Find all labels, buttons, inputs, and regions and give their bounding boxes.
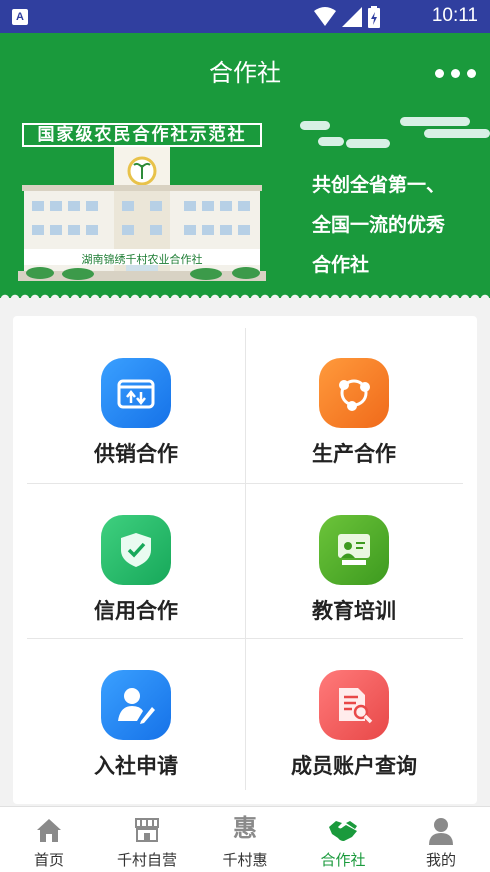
header-banner: 合作社 国家级农民合作社示范社 湖南锦绣千村农业合作社 共创全省第一、 全国一流…	[0, 33, 490, 298]
nav-label: 我的	[425, 851, 456, 869]
grid-item-education[interactable]: 教育培训	[245, 483, 463, 638]
banner-sign: 国家级农民合作社示范社	[22, 123, 262, 147]
grid-item-label: 生产合作	[312, 442, 396, 466]
box-transfer-icon	[101, 358, 171, 428]
tagline-line: 全国一流的优秀	[312, 214, 446, 236]
nav-label: 千村自营	[116, 851, 177, 869]
wifi-icon	[314, 7, 336, 26]
more-dots-icon[interactable]	[435, 69, 476, 78]
tagline-line: 共创全省第一、	[312, 174, 446, 196]
home-icon	[37, 819, 61, 842]
hui-icon: 惠	[233, 814, 257, 842]
cloud-decoration	[400, 117, 470, 126]
banner-tagline: 共创全省第一、 全国一流的优秀 合作社	[312, 165, 445, 285]
status-icons	[314, 6, 380, 28]
shop-icon	[135, 818, 159, 842]
nav-item-qiancun-hui[interactable]: 惠 千村惠	[196, 807, 294, 872]
nav-label: 千村惠	[222, 851, 268, 869]
grid-item-label: 供销合作	[94, 442, 178, 466]
network-icon	[319, 358, 389, 428]
grid-item-supply-marketing[interactable]: 供销合作	[27, 326, 245, 481]
signal-icon	[342, 7, 362, 27]
nav-label: 首页	[33, 851, 64, 869]
building-label: 湖南锦绣千村农业合作社	[81, 253, 203, 266]
grid-item-membership-apply[interactable]: 入社申请	[27, 638, 245, 793]
grid-item-label: 成员账户查询	[291, 754, 417, 778]
scallop-edge	[0, 291, 490, 298]
service-grid-card: 供销合作 生产合作 信用合作 教育培训 入社申请 成员账户查询	[13, 316, 477, 804]
nav-item-cooperative[interactable]: 合作社	[294, 807, 392, 872]
grid-item-member-account-query[interactable]: 成员账户查询	[245, 638, 463, 793]
user-edit-icon	[101, 670, 171, 740]
bottom-nav: 首页 千村自营 惠 千村惠 合作社 我的	[0, 806, 490, 872]
shield-check-icon	[101, 515, 171, 585]
status-bar: A 10:11	[0, 0, 490, 33]
teacher-board-icon	[319, 515, 389, 585]
nav-item-mine[interactable]: 我的	[392, 807, 490, 872]
page-title: 合作社	[209, 59, 281, 87]
battery-icon	[368, 6, 380, 28]
cloud-decoration	[346, 139, 390, 148]
grid-item-production[interactable]: 生产合作	[245, 326, 463, 481]
nav-item-qiancun-self-run[interactable]: 千村自营	[98, 807, 196, 872]
tagline-line: 合作社	[312, 254, 370, 276]
nav-label: 合作社	[320, 851, 366, 869]
status-time: 10:11	[431, 5, 478, 26]
grid-item-label: 信用合作	[94, 599, 178, 623]
cloud-decoration	[424, 129, 490, 138]
cloud-decoration	[300, 121, 330, 130]
handshake-icon	[329, 821, 357, 841]
app-notification-icon: A	[12, 9, 28, 25]
cloud-decoration	[318, 137, 344, 146]
grid-item-label: 教育培训	[312, 599, 396, 623]
document-search-icon	[319, 670, 389, 740]
nav-item-home[interactable]: 首页	[0, 807, 98, 872]
grid-item-label: 入社申请	[94, 754, 178, 778]
person-icon	[429, 818, 453, 845]
grid-item-credit[interactable]: 信用合作	[27, 483, 245, 638]
